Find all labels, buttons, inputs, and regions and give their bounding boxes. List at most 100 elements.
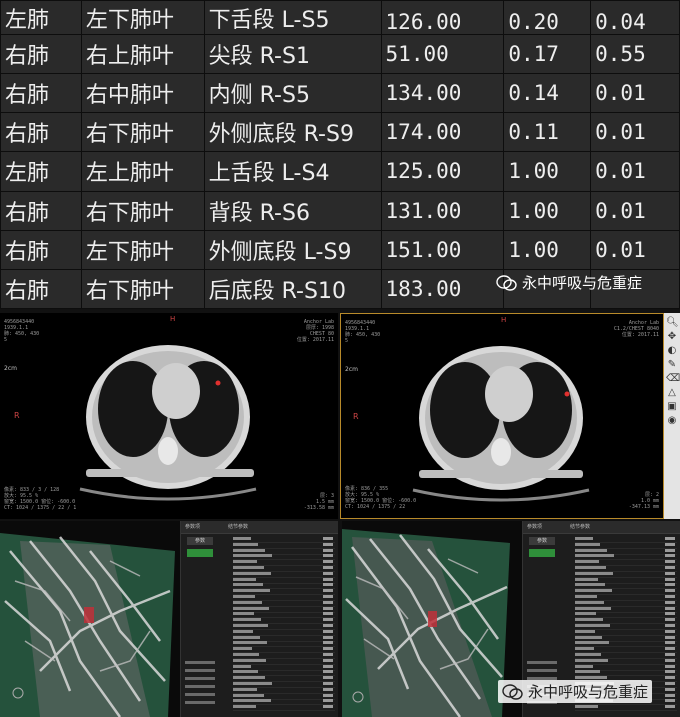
scale-label: 2cm: [4, 365, 17, 372]
cell-lung-segment: 背段 R-S6: [203, 190, 382, 231]
param-side-item[interactable]: [185, 661, 215, 664]
watermark-text: 永中呼吸与危重症: [522, 274, 643, 292]
viewer-info-bottom-right: 层: 2 1.0 mm -347.13 mm: [628, 492, 659, 510]
vr-3d-view[interactable]: [0, 521, 180, 717]
cell-value-3: 0.01: [590, 112, 680, 153]
viewer-info-bottom-left: 像素: 836 / 355 放大: 95.5 % 窗宽: 1500.0 窗位: …: [345, 486, 417, 510]
cell-lung-segment: 尖段 R-S1: [203, 33, 382, 75]
cell-lung-lobe: 右上肺叶: [80, 33, 205, 75]
measure-icon[interactable]: ✎: [666, 359, 678, 371]
param-row: [575, 705, 677, 712]
param-header-2: 结节参数: [228, 524, 249, 530]
cell-value-1: 131.00: [380, 190, 505, 231]
cell-lung-lobe: 左下肺叶: [80, 0, 205, 35]
window-level-icon[interactable]: ◐: [666, 345, 678, 357]
ct-viewer-right[interactable]: 4956843440 1939.1.1 肺: 450, 430 5 Anchor…: [340, 313, 664, 519]
cell-value-3: 0.01: [590, 151, 680, 192]
cell-value-1: 134.00: [380, 73, 505, 114]
pan-icon[interactable]: ✥: [666, 331, 678, 343]
cell-lung-lobe: 右下肺叶: [80, 190, 205, 231]
lesion-marker: [215, 380, 221, 386]
cell-lung-side: 右肺: [0, 268, 82, 310]
cell-lung-side: 右肺: [0, 190, 82, 231]
cell-lung-side: 左肺: [0, 151, 82, 192]
cell-value-2: 1.00: [503, 151, 592, 192]
cell-value-1: 183.00: [380, 268, 505, 310]
wechat-icon: [502, 683, 523, 700]
param-side-item[interactable]: [185, 693, 215, 696]
cell-lung-segment: 内侧 R-S5: [203, 73, 382, 114]
cell-value-3: 0.01: [590, 229, 680, 270]
orientation-marker: R: [14, 411, 20, 420]
roi-icon[interactable]: △: [666, 387, 678, 399]
nodule-table: 左肺 左下肺叶 下舌段 L-S5 126.00 0.20 0.04 右肺 右上肺叶 尖段 R-S…: [0, 0, 680, 310]
cell-value-1: 126.00: [380, 0, 505, 35]
cell-value-3: 0.55: [590, 33, 680, 75]
cell-lung-side: 左肺: [0, 0, 82, 35]
viewer-info-top-left: 4956843440 1939.1.1 肺: 450, 430 5: [4, 319, 40, 343]
table-row: 右肺 右中肺叶 内侧 R-S5 134.00 0.14 0.01: [0, 73, 680, 114]
cell-lung-segment: 下舌段 L-S5: [203, 0, 382, 35]
param-tab[interactable]: 参数: [187, 537, 213, 545]
cell-lung-side: 右肺: [0, 73, 82, 114]
parameter-panel: 参数项 结节参数 参数: [180, 521, 338, 717]
eraser-icon[interactable]: ⌫: [666, 373, 680, 385]
viewer-info-top-right: Anchor Lab C1.2/CHEST 8040 位置: 2017.11: [613, 320, 659, 338]
cell-value-1: 151.00: [380, 229, 505, 270]
param-header-1: 参数项: [185, 524, 201, 530]
cell-lung-segment: 外侧底段 L-S9: [203, 229, 382, 270]
viewer-info-top-left: 4956843440 1939.1.1 肺: 450, 430 5: [345, 320, 381, 344]
lesion-marker: [564, 391, 570, 397]
param-side-item[interactable]: [185, 677, 215, 680]
table-row: 左肺 左下肺叶 下舌段 L-S5 126.00 0.20 0.04: [0, 0, 680, 35]
param-side-item[interactable]: [527, 661, 557, 664]
cell-value-1: 51.00: [380, 33, 505, 75]
param-side-item[interactable]: [185, 669, 215, 672]
orientation-marker: R: [353, 412, 359, 421]
viewer-toolbar: 🔍︎ ✥ ◐ ✎ ⌫ △ ▣ ◉: [664, 313, 680, 519]
cell-value-2: 0.20: [503, 0, 592, 35]
cell-value-2: 0.17: [503, 33, 592, 75]
orientation-top-marker: H: [170, 315, 176, 323]
scale-label: 2cm: [345, 366, 358, 373]
cell-lung-segment: 外侧底段 R-S9: [203, 112, 382, 153]
cell-value-1: 125.00: [380, 151, 505, 192]
cell-value-2: 0.11: [503, 112, 592, 153]
cell-lung-lobe: 右下肺叶: [80, 268, 205, 310]
cell-value-2: 1.00: [503, 190, 592, 231]
cell-lung-lobe: 右下肺叶: [80, 112, 205, 153]
cell-lung-lobe: 左下肺叶: [80, 229, 205, 270]
vr-panel-left: 参数项 结节参数 参数: [0, 521, 338, 717]
wechat-icon: [496, 274, 517, 291]
viewer-info-bottom-left: 像素: 833 / 3 / 128 放大: 95.5 % 窗宽: 1500.0 …: [4, 487, 77, 511]
param-side-item[interactable]: [185, 701, 215, 704]
cell-lung-side: 右肺: [0, 112, 82, 153]
camera-icon[interactable]: ◉: [666, 415, 678, 427]
save-icon[interactable]: ▣: [666, 401, 678, 413]
cell-value-3: 0.01: [590, 190, 680, 231]
table-row: 右肺 左下肺叶 外侧底段 L-S9 151.00 1.00 0.01: [0, 229, 680, 270]
cell-lung-segment: 上舌段 L-S4: [203, 151, 382, 192]
param-tab[interactable]: 参数: [529, 537, 555, 545]
cell-value-3: 0.01: [590, 73, 680, 114]
vr-3d-view[interactable]: [342, 521, 522, 717]
table-row: 左肺 左上肺叶 上舌段 L-S4 125.00 1.00 0.01: [0, 151, 680, 192]
cell-value-1: 174.00: [380, 112, 505, 153]
param-header-2: 结节参数: [570, 524, 591, 530]
cell-lung-segment: 后底段 R-S10: [203, 268, 382, 310]
cell-value-2: 0.14: [503, 73, 592, 114]
watermark-text: 永中呼吸与危重症: [528, 683, 649, 701]
param-selected-indicator[interactable]: [529, 549, 555, 557]
viewer-info-bottom-right: 层: 3 1.5 mm -313.58 mm: [303, 493, 334, 511]
zoom-icon[interactable]: 🔍︎: [666, 317, 679, 329]
table-row: 右肺 右下肺叶 背段 R-S6 131.00 1.00 0.01: [0, 190, 680, 231]
cell-value-3: 0.04: [590, 0, 680, 35]
param-selected-indicator[interactable]: [187, 549, 213, 557]
ct-viewer-left[interactable]: 4956843440 1939.1.1 肺: 450, 430 5 Anchor…: [0, 313, 338, 519]
cell-lung-side: 右肺: [0, 33, 82, 75]
viewer-info-top-right: Anchor Lab 层厚: 1998 CHEST 80 位置: 2017.11: [296, 319, 334, 343]
orientation-top-marker: H: [501, 316, 507, 324]
param-side-item[interactable]: [527, 669, 557, 672]
lesion-3d: [84, 607, 94, 623]
param-side-item[interactable]: [185, 685, 215, 688]
